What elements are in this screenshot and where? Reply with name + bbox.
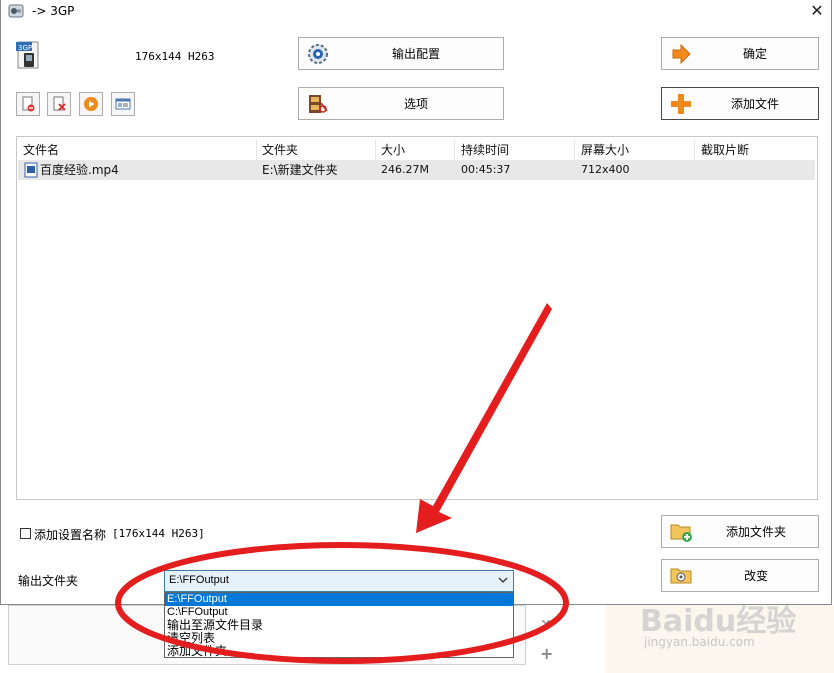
format-spec: 176x144 H263: [135, 50, 215, 63]
output-folder-select[interactable]: E:\FFOutput: [164, 570, 514, 592]
column-header-name[interactable]: 文件名: [17, 140, 257, 160]
remove-file-button[interactable]: [16, 92, 40, 116]
3gp-format-icon: 3GP: [16, 40, 42, 70]
screen-size-cell: 712x400: [581, 163, 630, 176]
add-file-label: 添加文件: [730, 97, 779, 111]
output-config-label: 输出配置: [391, 47, 440, 61]
add-name-checkbox[interactable]: [20, 528, 31, 539]
window-title: -> 3GP: [32, 4, 75, 18]
ok-button[interactable]: 确定: [661, 37, 819, 70]
duration-cell: 00:45:37: [461, 163, 511, 176]
dropdown-option[interactable]: E:\FFOutput: [167, 593, 227, 606]
ok-label: 确定: [742, 47, 767, 61]
arrow-right-icon: [670, 43, 692, 65]
column-header-screen-size[interactable]: 屏幕大小: [575, 140, 695, 160]
output-folder-label: 输出文件夹: [18, 574, 79, 588]
app-icon: [8, 3, 24, 19]
plus-icon: [670, 93, 692, 115]
baidu-watermark-url: jingyan.baidu.com: [644, 635, 755, 649]
add-folder-label: 添加文件夹: [725, 525, 786, 539]
baidu-watermark: Baidu经验: [640, 604, 797, 639]
svg-text:3GP: 3GP: [18, 44, 32, 52]
dropdown-option[interactable]: 添加文件夹...: [167, 645, 237, 658]
close-item-icon: ✕: [540, 617, 552, 633]
column-header-clip[interactable]: 截取片断: [695, 140, 815, 160]
play-icon: [84, 97, 98, 111]
column-header-duration[interactable]: 持续时间: [455, 140, 575, 160]
folder-browse-icon: [670, 565, 694, 587]
output-config-icon: [307, 43, 329, 65]
file-name-cell: 百度经验.mp4: [40, 163, 119, 177]
change-label: 改变: [743, 569, 768, 583]
clear-list-button[interactable]: [47, 92, 71, 116]
add-name-spec: [176x144 H263]: [112, 527, 205, 540]
remove-file-icon: [22, 96, 35, 112]
info-window-icon: [115, 98, 131, 110]
chevron-down-icon[interactable]: [498, 574, 508, 589]
delete-file-icon: [53, 96, 66, 111]
folder-cell: E:\新建文件夹: [262, 163, 338, 177]
column-header-folder[interactable]: 文件夹: [256, 140, 376, 160]
title-bar: -> 3GP ✕: [0, 0, 834, 24]
output-folder-value: E:\FFOutput: [169, 574, 229, 586]
options-label: 选项: [403, 97, 428, 111]
add-folder-button[interactable]: 添加文件夹: [661, 515, 819, 548]
add-file-button[interactable]: 添加文件: [661, 87, 819, 120]
close-icon[interactable]: ✕: [808, 2, 826, 20]
play-button[interactable]: [79, 92, 103, 116]
media-info-button[interactable]: [111, 92, 135, 116]
output-config-button[interactable]: 输出配置: [298, 37, 504, 70]
options-button[interactable]: 选项: [298, 87, 504, 120]
change-button[interactable]: 改变: [661, 559, 819, 592]
add-item-icon: +: [540, 644, 554, 663]
film-scissors-icon: [307, 93, 329, 115]
column-header-size[interactable]: 大小: [375, 140, 455, 160]
folder-add-icon: [670, 521, 694, 543]
file-list[interactable]: [16, 136, 818, 500]
video-file-icon: [24, 162, 38, 178]
add-name-label: 添加设置名称: [34, 528, 107, 542]
size-cell: 246.27M: [381, 163, 429, 176]
